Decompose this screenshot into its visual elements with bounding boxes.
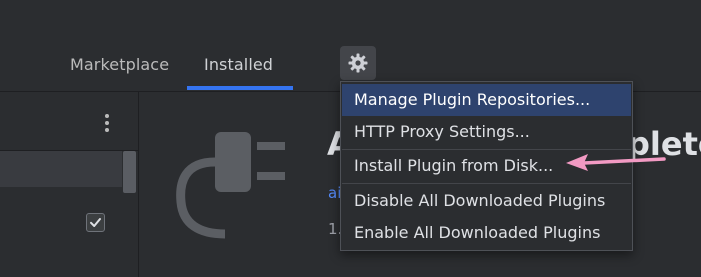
list-item[interactable] (0, 151, 122, 187)
plugin-icon (176, 132, 285, 239)
tab-installed[interactable]: Installed (204, 55, 273, 74)
plugins-settings-window: Marketplace Installed plet ai 1. Manage … (0, 0, 701, 277)
menu-item-http-proxy-settings[interactable]: HTTP Proxy Settings... (342, 116, 631, 148)
menu-separator (342, 183, 631, 184)
tab-strip: Marketplace Installed (0, 0, 701, 92)
plugin-enabled-checkbox[interactable] (86, 213, 105, 232)
settings-menu-button[interactable] (340, 46, 376, 80)
menu-item-disable-all-downloaded-plugins[interactable]: Disable All Downloaded Plugins (342, 185, 631, 217)
menu-item-enable-all-downloaded-plugins[interactable]: Enable All Downloaded Plugins (342, 217, 631, 249)
check-icon (90, 218, 101, 227)
plugin-list-panel (0, 92, 139, 277)
tab-marketplace[interactable]: Marketplace (70, 55, 169, 74)
annotation-arrow-icon (566, 154, 666, 171)
menu-item-manage-plugin-repositories[interactable]: Manage Plugin Repositories... (342, 84, 631, 116)
active-tab-indicator (187, 86, 293, 90)
kebab-icon[interactable] (100, 112, 114, 134)
gear-icon (348, 53, 368, 73)
scrollbar[interactable] (123, 151, 136, 193)
